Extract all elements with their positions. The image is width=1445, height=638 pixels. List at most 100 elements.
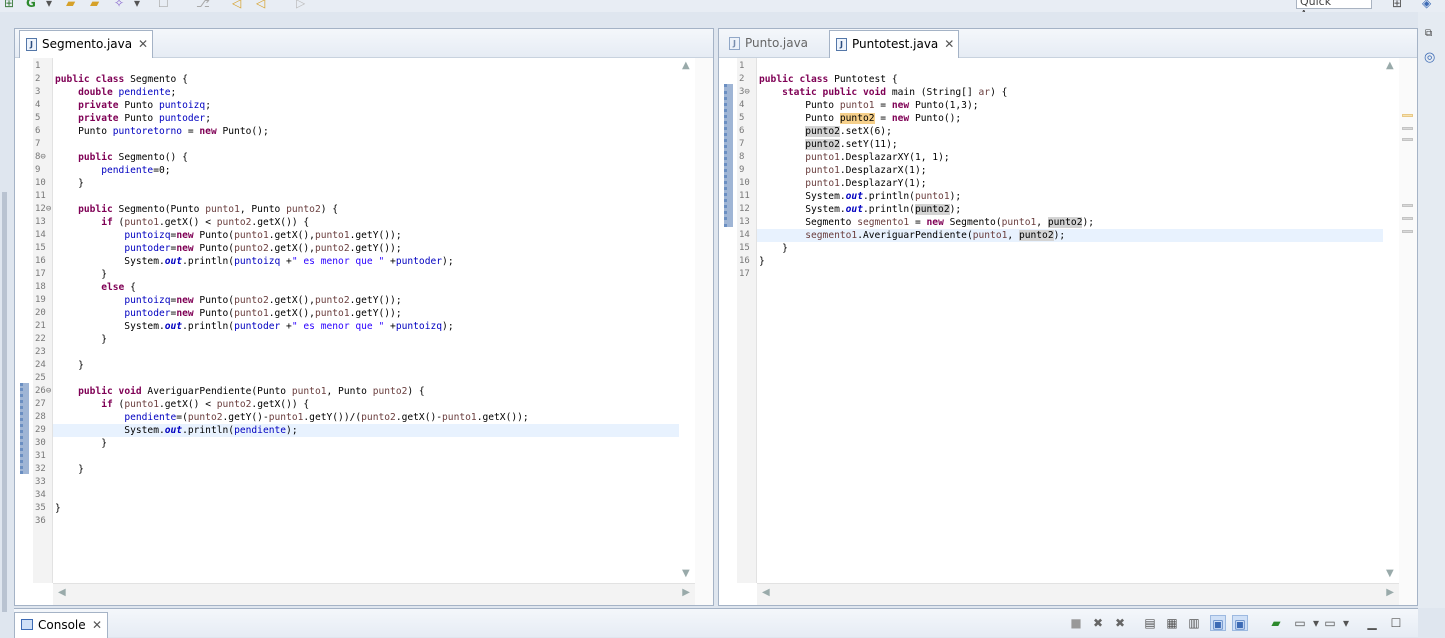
scroll-down-icon[interactable]: ▼ (1386, 568, 1394, 579)
overview-ruler (1399, 58, 1417, 605)
scroll-right-icon[interactable]: ▶ (682, 587, 690, 598)
scroll-down-icon[interactable]: ▼ (682, 568, 690, 579)
line-number: 33 (35, 477, 46, 487)
close-icon[interactable]: ✕ (138, 31, 148, 57)
line-number: 2 (739, 74, 745, 84)
open-project-icon[interactable]: ▰ (90, 0, 99, 10)
code-line: System.out.println(punto1); (759, 191, 962, 202)
line-number: 16 (739, 256, 750, 266)
occurrence-marker[interactable] (1402, 230, 1413, 233)
back-icon[interactable]: ◁ (232, 0, 241, 10)
scroll-left-icon[interactable]: ◀ (762, 587, 770, 598)
code-line: private Punto puntoder; (78, 113, 211, 124)
terminate-icon[interactable]: ■ (1068, 615, 1084, 631)
show-on-error-icon[interactable]: ▣ (1232, 615, 1248, 631)
line-number: 23 (35, 347, 46, 357)
line-number: 32 (35, 464, 46, 474)
scroll-right-icon[interactable]: ▶ (1386, 587, 1394, 598)
code-area[interactable]: public class Puntotest { static public v… (757, 58, 1383, 583)
line-number: 21 (35, 321, 46, 331)
tab-puntotest-java[interactable]: J Puntotest.java ✕ (829, 30, 960, 58)
horizontal-scrollbar[interactable]: ◀ ▶ (53, 583, 695, 605)
vertical-scrollbar[interactable]: ▲ ▼ (1383, 58, 1399, 583)
word-wrap-icon[interactable]: ▥ (1186, 615, 1202, 631)
line-number: 35 (35, 503, 46, 513)
scroll-lock-icon[interactable]: ▦ (1164, 615, 1180, 631)
close-icon[interactable]: ✕ (944, 31, 954, 57)
code-line: } (55, 269, 107, 280)
occurrence-marker[interactable] (1402, 217, 1413, 220)
code-line: punto2.setX(6); (805, 126, 892, 137)
open-perspective-icon[interactable]: ⊞ (1392, 0, 1402, 10)
tab-segmento-java[interactable]: J Segmento.java ✕ (19, 30, 154, 58)
tab-label: Console (38, 618, 86, 632)
occurrence-marker[interactable] (1402, 127, 1413, 130)
tab-punto-java[interactable]: J Punto.java (723, 30, 828, 58)
code-line: puntoder=new Punto(punto1.getX(),punto1.… (124, 308, 402, 319)
outline-icon[interactable]: ◎ (1424, 50, 1435, 65)
new-icon[interactable]: ⊞ (4, 0, 14, 10)
java-file-icon: J (729, 37, 740, 50)
run-icon[interactable]: G (26, 0, 36, 10)
code-line: if (punto1.getX() < punto2.getX()) { (101, 399, 310, 410)
left-trim (0, 12, 10, 612)
overview-ruler (695, 58, 713, 605)
dropdown-icon[interactable]: ▾ (46, 0, 52, 10)
code-line: System.out.println(punto2); (759, 204, 962, 215)
code-line: segmento1.AveriguarPendiente(punto1, pun… (757, 229, 1383, 242)
code-line: } (759, 243, 788, 254)
new-console-icon[interactable]: ▭ (1322, 615, 1338, 631)
remove-all-icon[interactable]: ✖ (1112, 615, 1128, 631)
line-number: 16 (35, 256, 46, 266)
code-line: System.out.println(pendiente); (53, 424, 679, 437)
tab-console[interactable]: Console ✕ (14, 612, 108, 638)
occurrence-marker[interactable] (1402, 204, 1413, 207)
scroll-left-icon[interactable]: ◀ (58, 587, 66, 598)
pin-console-icon[interactable]: ▰ (1268, 615, 1284, 631)
forward-history-icon[interactable]: ◁ (256, 0, 265, 10)
vertical-scrollbar[interactable]: ▲ ▼ (679, 58, 695, 583)
annotation-icon[interactable]: ☐ (158, 0, 169, 10)
tab-label: Segmento.java (42, 37, 133, 51)
line-number: 14 (739, 230, 750, 240)
code-line: puntoizq=new Punto(punto1.getX(),punto1.… (124, 230, 402, 241)
code-area[interactable]: public class Segmento { double pendiente… (53, 58, 679, 583)
remove-launch-icon[interactable]: ✖ (1090, 615, 1106, 631)
editor-puntotest: J Punto.java J Puntotest.java ✕ 1 2 3⊖ 4 5 6 7… (718, 28, 1418, 606)
code-line: pendiente=(punto2.getY()-punto1.getY())/… (124, 412, 529, 423)
tab-label: Punto.java (745, 36, 809, 50)
close-icon[interactable]: ✕ (92, 613, 102, 637)
navigate-icon[interactable]: ⎇ (196, 0, 210, 10)
line-number: 10 (739, 178, 750, 188)
java-perspective-icon[interactable]: ◈ (1422, 0, 1431, 10)
forward-icon[interactable]: ▷ (296, 0, 305, 10)
line-number: 15 (739, 243, 750, 253)
line-number: 14 (35, 230, 46, 240)
minimize-icon[interactable]: ▁ (1364, 615, 1380, 631)
line-number: 12 (739, 204, 750, 214)
restore-icon[interactable]: ⧉ (1425, 28, 1432, 39)
horizontal-scrollbar[interactable]: ◀ ▶ (757, 583, 1399, 605)
line-number: 11 (35, 191, 46, 201)
scroll-up-icon[interactable]: ▲ (1386, 60, 1394, 71)
clear-console-icon[interactable]: ▤ (1142, 615, 1158, 631)
dropdown-icon[interactable]: ▾ (1338, 615, 1354, 631)
dropdown-icon[interactable]: ▾ (134, 0, 140, 10)
line-number: 3⊖ (739, 87, 750, 97)
scroll-up-icon[interactable]: ▲ (682, 60, 690, 71)
occurrence-marker[interactable] (1402, 114, 1413, 117)
show-on-output-icon[interactable]: ▣ (1210, 615, 1226, 631)
wand-icon[interactable]: ✧ (114, 0, 124, 10)
maximize-icon[interactable]: ☐ (1388, 615, 1404, 631)
occurrence-marker[interactable] (1402, 138, 1413, 141)
line-number: 24 (35, 360, 46, 370)
java-file-icon: J (836, 38, 847, 51)
open-folder-icon[interactable]: ▰ (66, 0, 75, 10)
display-console-icon[interactable]: ▭ (1292, 615, 1308, 631)
quick-access-field[interactable]: Quick Access (1296, 0, 1372, 12)
line-number: 26⊖ (35, 386, 52, 396)
